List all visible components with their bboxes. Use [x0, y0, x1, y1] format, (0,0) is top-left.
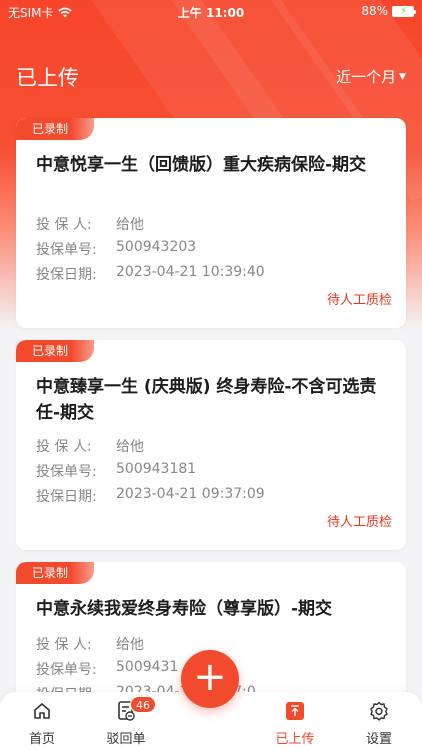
policy-card[interactable]: 已录制 中意悦享一生（回馈版）重大疾病保险-期交 投 保 人: 给他 投保单号:…	[16, 118, 406, 328]
status-text: 待人工质检	[326, 515, 392, 530]
caret-down-icon: ▼	[399, 71, 406, 82]
recorded-tag: 已录制	[16, 340, 94, 362]
policy-no-value: 5009431	[116, 659, 179, 675]
gear-icon	[370, 701, 388, 721]
policy-title: 中意臻享一生 (庆典版) 终身寿险-不含可选责任-期交	[36, 377, 377, 423]
holder-row: 投 保 人: 给他	[36, 436, 144, 456]
policy-no-value: 500943203	[116, 239, 197, 255]
policy-no-label: 投保单号:	[36, 464, 97, 480]
tab-settings-label: 设置	[365, 732, 392, 747]
policy-no-row: 投保单号: 500943181	[36, 461, 196, 481]
tab-uploaded[interactable]: 已上传	[265, 700, 325, 747]
recorded-tag: 已录制	[16, 118, 94, 140]
policy-no-row: 投保单号: 500943203	[36, 239, 196, 259]
policy-title: 中意悦享一生（回馈版）重大疾病保险-期交	[36, 155, 367, 175]
date-row: 投保日期: 2023-04-21 10:39:40	[36, 264, 265, 284]
rejected-count-badge: 46	[130, 696, 156, 713]
date-label: 投保日期:	[36, 489, 97, 505]
holder-value: 给他	[116, 217, 144, 233]
policy-no-label: 投保单号:	[36, 662, 97, 678]
date-row: 投保日期: 2023-04-21 09:37:09	[36, 486, 265, 506]
plus-icon: +	[193, 654, 227, 700]
date-value: 2023-04-21 10:39:40	[116, 264, 265, 280]
upload-icon	[286, 702, 304, 720]
holder-label: 投 保 人:	[36, 637, 92, 653]
tab-settings[interactable]: 设置	[349, 700, 409, 747]
status-text: 待人工质检	[326, 293, 392, 308]
add-button[interactable]: +	[181, 650, 239, 708]
holder-row: 投 保 人: 给他	[36, 634, 144, 654]
policy-title: 中意永续我爱终身寿险（尊享版）-期交	[36, 599, 333, 619]
recorded-tag: 已录制	[16, 562, 94, 584]
holder-label: 投 保 人:	[36, 439, 92, 455]
policy-no-label: 投保单号:	[36, 242, 97, 258]
tab-uploaded-label: 已上传	[275, 732, 315, 747]
tab-home-label: 首页	[28, 732, 55, 747]
date-range-filter[interactable]: 近一个月 ▼	[336, 66, 406, 87]
tab-home[interactable]: 首页	[12, 700, 72, 747]
date-value: 2023-04-21 09:37:09	[116, 486, 265, 502]
holder-label: 投 保 人:	[36, 217, 92, 233]
clock: 上午 11:00	[177, 6, 245, 20]
holder-value: 给他	[116, 439, 144, 455]
filter-label: 近一个月	[336, 68, 397, 86]
holder-value: 给他	[116, 637, 144, 653]
policy-no-row: 投保单号: 5009431	[36, 659, 178, 679]
date-label: 投保日期:	[36, 267, 97, 283]
tab-rejected-label: 驳回单	[106, 732, 146, 747]
policy-card[interactable]: 已录制 中意臻享一生 (庆典版) 终身寿险-不含可选责任-期交 投 保 人: 给…	[16, 340, 406, 550]
battery-text: 88%	[361, 4, 388, 18]
policy-no-value: 500943181	[116, 461, 197, 477]
battery-icon: ⚡	[392, 5, 416, 17]
status-bar: 无SIM卡 上午 11:00 88% ⚡	[0, 0, 422, 24]
page-title: 已上传	[16, 66, 79, 90]
holder-row: 投 保 人: 给他	[36, 214, 144, 234]
home-icon	[34, 703, 50, 719]
tab-rejected[interactable]: 46 驳回单	[96, 696, 156, 747]
